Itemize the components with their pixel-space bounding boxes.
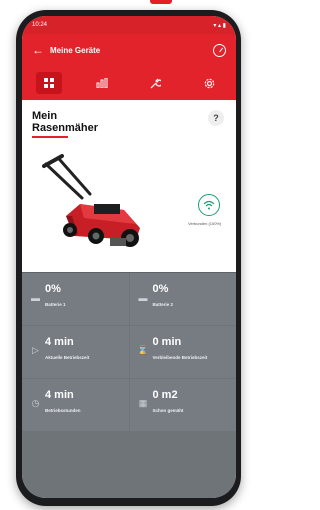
clock-icon: ◷ <box>31 398 40 408</box>
wifi-icon <box>203 200 215 210</box>
app-bar: ← Meine Geräte <box>22 34 236 66</box>
stat-area-mowed: ▦ 0 m2 Schon gemäht <box>129 379 236 431</box>
grid-icon <box>43 78 54 88</box>
device-card: Mein Rasenmäher ? Verbunden (100%) <box>22 100 236 272</box>
tab-settings[interactable] <box>196 72 222 94</box>
stat-battery-1: ▬ 0% Batterie 1 <box>22 273 129 325</box>
title-underline <box>32 136 68 138</box>
stat-value: 0 m2 <box>152 389 178 401</box>
wifi-status-button[interactable] <box>198 194 220 216</box>
stats-grid: ▬ 0% Batterie 1 ▬ 0% Batterie 2 ▷ 4 min … <box>22 272 236 451</box>
bottom-area <box>22 451 236 498</box>
stat-value: 0 min <box>152 336 182 348</box>
play-icon: ▷ <box>32 345 39 355</box>
tab-service[interactable] <box>143 72 169 94</box>
stat-label: Verbleibende Betriebszeit <box>152 355 208 360</box>
stat-value: 4 min <box>45 336 74 348</box>
tab-bar <box>22 66 236 100</box>
wrench-icon <box>150 78 162 88</box>
status-icons: ▾ ▴ ▮ <box>213 22 226 29</box>
stat-value: 4 min <box>45 389 74 401</box>
tab-statistics[interactable] <box>89 72 115 94</box>
connection-status: Verbunden (100%) <box>188 221 222 226</box>
help-button[interactable]: ? <box>208 110 224 126</box>
battery-icon: ▬ <box>31 292 40 303</box>
stat-value: 0% <box>45 283 61 295</box>
stat-label: Aktuelle Betriebszeit <box>45 355 90 360</box>
stat-operating-hours: ◷ 4 min Betriebsstunden <box>22 379 129 431</box>
status-time: 10:24 <box>32 22 48 28</box>
stat-value: 0% <box>152 283 169 295</box>
stat-label: Betriebsstunden <box>45 408 81 413</box>
stat-label: Batterie 1 <box>45 302 66 307</box>
device-title-line2: Rasenmäher <box>32 122 99 134</box>
app-screen: 10:24 ▾ ▴ ▮ ← Meine Geräte Mein Rasenmäh… <box>22 16 236 498</box>
stat-remaining-runtime: ⌛ 0 min Verbleibende Betriebszeit <box>129 326 236 378</box>
lawnmower-image <box>42 154 140 247</box>
device-title-line1: Mein <box>32 110 58 122</box>
top-strip <box>0 0 249 8</box>
hourglass-icon: ⌛ <box>137 345 149 355</box>
stat-battery-2: ▬ 0% Batterie 2 <box>129 273 236 325</box>
gear-icon <box>204 78 215 88</box>
map-icon: ▦ <box>138 398 148 408</box>
tab-overview[interactable] <box>35 72 62 94</box>
top-red-mark <box>150 0 172 4</box>
status-bar: 10:24 ▾ ▴ ▮ <box>22 16 236 34</box>
app-title: Meine Geräte <box>50 45 101 55</box>
device-title: Mein Rasenmäher <box>32 110 98 134</box>
stat-current-runtime: ▷ 4 min Aktuelle Betriebszeit <box>22 326 129 378</box>
back-arrow-icon[interactable]: ← <box>32 43 50 57</box>
stat-label: Batterie 2 <box>152 302 174 307</box>
battery-icon: ▬ <box>138 292 148 303</box>
stat-label: Schon gemäht <box>152 408 184 413</box>
chart-icon <box>96 78 108 88</box>
speedometer-icon[interactable] <box>213 43 226 57</box>
